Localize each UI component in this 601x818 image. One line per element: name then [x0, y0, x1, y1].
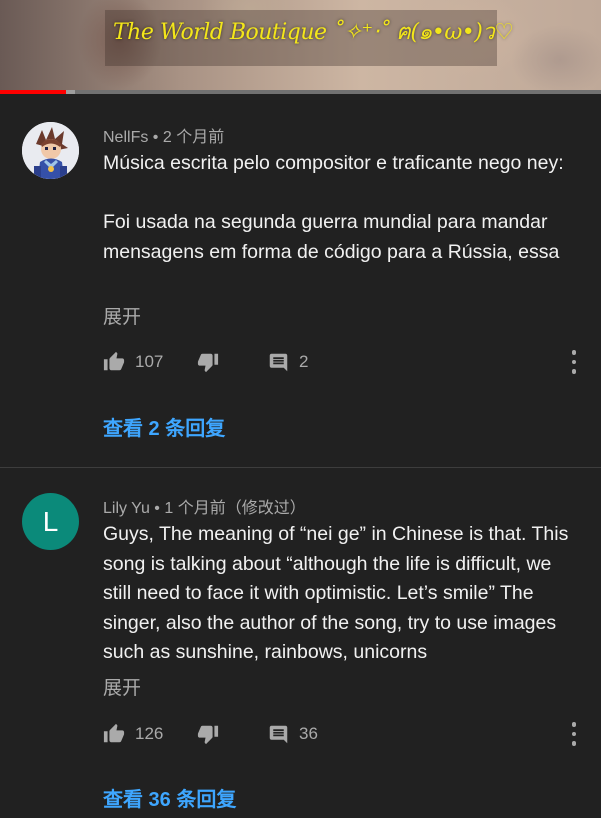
like-button[interactable]: 126 [103, 720, 163, 748]
video-player[interactable]: The World Boutique ˚✧⁺‧˚ ฅ(๑•ω•)ว♡ [0, 0, 601, 90]
comment-time: 2 个月前 [162, 129, 225, 146]
reply-count: 36 [299, 724, 318, 743]
like-count: 126 [135, 724, 164, 743]
like-count: 107 [135, 352, 164, 371]
meta-separator: • [148, 129, 163, 146]
video-progress-bar[interactable] [0, 90, 601, 94]
avatar[interactable]: L [22, 493, 79, 550]
view-replies-link[interactable]: 查看 36 条回复 [103, 783, 236, 812]
avatar-letter: L [42, 505, 59, 537]
like-button[interactable]: 107 [103, 348, 163, 376]
reply-count: 2 [299, 352, 309, 371]
comment-divider [0, 467, 601, 468]
comment-actions: 107 2 [103, 348, 593, 376]
dislike-button[interactable] [197, 348, 219, 376]
video-title-text: The World Boutique ˚✧⁺‧˚ ฅ(๑•ω•)ว♡ [113, 20, 514, 45]
video-progress-buffered [66, 90, 76, 94]
comment-body: Guys, The meaning of “nei ge” in Chinese… [103, 523, 569, 663]
expand-link[interactable]: 展开 [103, 673, 141, 700]
more-vert-icon[interactable] [569, 348, 579, 376]
thumb-up-icon [103, 351, 125, 371]
comment-meta: Lily Yu • 1 个月前（修改过） [103, 494, 306, 518]
view-replies-link[interactable]: 查看 2 条回复 [103, 412, 225, 441]
comment-time: 1 个月前（修改过） [164, 500, 306, 517]
dislike-button[interactable] [197, 720, 219, 748]
comment-meta: NellFs • 2 个月前 [103, 123, 224, 147]
video-progress-played [0, 90, 67, 94]
thumb-down-icon [197, 725, 219, 745]
comment-author[interactable]: NellFs [103, 129, 148, 146]
avatar[interactable] [22, 122, 79, 179]
thumb-down-icon [197, 353, 219, 373]
reply-button[interactable]: 36 [268, 720, 318, 748]
meta-separator: • [149, 500, 165, 517]
reply-button[interactable]: 2 [268, 348, 308, 376]
comment-actions: 126 36 [103, 720, 593, 748]
comment-body: Música escrita pelo compositor e trafica… [103, 152, 564, 263]
comment-icon [269, 725, 288, 743]
comment-icon [269, 353, 288, 371]
thumb-up-icon [103, 723, 125, 743]
comment-author[interactable]: Lily Yu [103, 500, 150, 517]
more-vert-icon[interactable] [569, 720, 579, 748]
avatar-character-icon [22, 122, 79, 179]
expand-link[interactable]: 展开 [103, 302, 141, 329]
